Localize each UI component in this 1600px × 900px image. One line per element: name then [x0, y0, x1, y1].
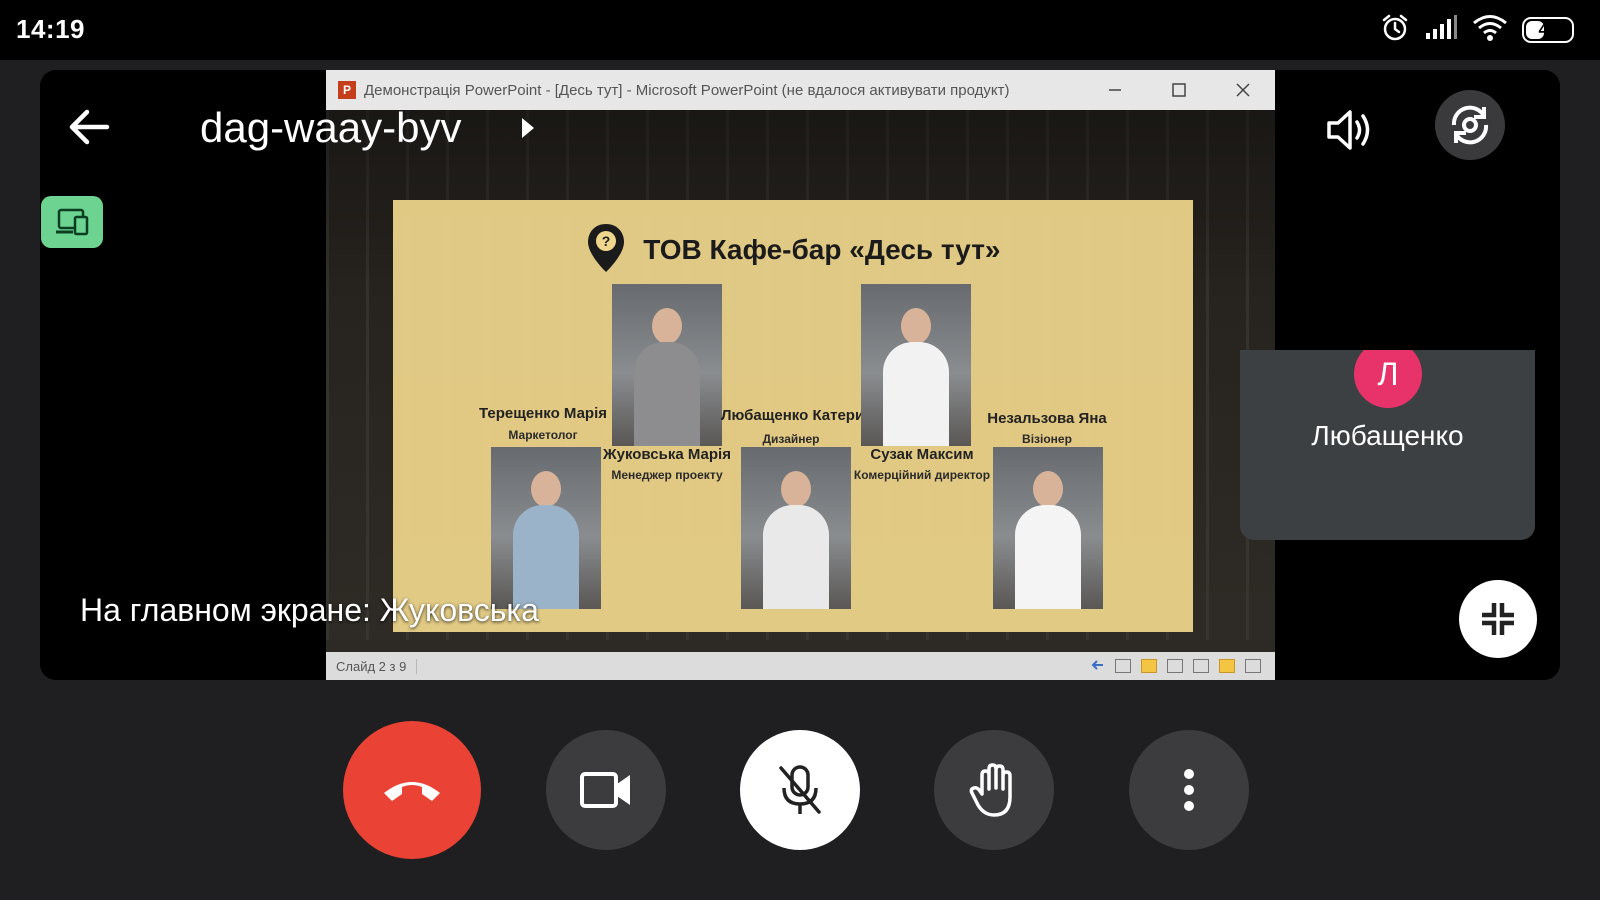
- alarm-icon: [1380, 13, 1410, 48]
- slideshow-view-icon: [1245, 659, 1261, 673]
- person-name: Незальзова Яна: [987, 410, 1107, 427]
- raise-hand-icon: [969, 763, 1012, 817]
- main-screen-label: На главном экране: Жуковська: [80, 592, 539, 628]
- person-role: Комерційний директор: [853, 468, 991, 482]
- wifi-icon: [1472, 14, 1508, 47]
- person-name: Терещенко Марія: [478, 405, 608, 422]
- raise-hand-button[interactable]: [934, 730, 1054, 850]
- person-role: Візіонер: [1022, 432, 1072, 446]
- normal-view-icon: [1167, 659, 1183, 673]
- mic-off-icon: [779, 765, 821, 814]
- powerpoint-logo: P: [338, 81, 356, 99]
- end-call-button[interactable]: [343, 721, 481, 859]
- presentation-slide: ? ТОВ Кафе-бар «Десь тут» Терещенко Марі…: [393, 200, 1193, 632]
- volume-icon: [1327, 110, 1370, 150]
- shared-screen-window: P Демонстрація PowerPoint - [Десь тут] -…: [326, 70, 1275, 680]
- person-name: Сузак Максим: [870, 446, 974, 463]
- camera-toggle-button[interactable]: [546, 730, 666, 850]
- speaker-button[interactable]: [1322, 102, 1378, 158]
- person-name: Жуковська Марія: [603, 446, 731, 463]
- status-time: 14:19: [16, 14, 85, 44]
- battery-indicator: 46: [1522, 17, 1574, 43]
- phone-hangup-icon: [384, 782, 440, 801]
- back-button[interactable]: [64, 102, 114, 152]
- cellular-signal-icon: [1424, 14, 1458, 46]
- main-stage: P Демонстрація PowerPoint - [Десь тут] -…: [40, 70, 1560, 680]
- call-controls: [0, 700, 1600, 900]
- slide-background: ? ТОВ Кафе-бар «Десь тут» Терещенко Марі…: [326, 110, 1275, 640]
- reading-view-icon: [1219, 659, 1235, 673]
- team-photo: [491, 447, 601, 609]
- mic-toggle-button[interactable]: [740, 730, 860, 850]
- participant-name: Любащенко: [1311, 420, 1464, 451]
- person-role: Дизайнер: [762, 432, 820, 446]
- chevron-right-icon[interactable]: [520, 116, 536, 145]
- status-icons: 46: [1380, 14, 1574, 46]
- window-titlebar: P Демонстрація PowerPoint - [Десь тут] -…: [326, 70, 1275, 110]
- status-bar: 14:19 46: [0, 0, 1600, 60]
- more-vert-icon: [1184, 769, 1194, 811]
- switch-camera-button[interactable]: [1435, 90, 1505, 160]
- slide-sorter-icon: [1193, 659, 1209, 673]
- collapse-button[interactable]: [1459, 580, 1537, 658]
- arrow-left-icon: [69, 109, 110, 145]
- battery-percent: 46: [1538, 20, 1558, 39]
- person-role: Маркетолог: [508, 428, 578, 442]
- present-screen-icon: [56, 208, 89, 236]
- rotate-camera-icon: [1451, 105, 1489, 145]
- maximize-icon: [1147, 70, 1211, 110]
- notes-view-icon: [1115, 659, 1131, 673]
- close-icon: [1211, 70, 1275, 110]
- present-screen-button[interactable]: [41, 196, 103, 248]
- avatar: Л: [1354, 350, 1422, 408]
- participant-tile[interactable]: Л Любащенко: [1240, 350, 1535, 540]
- person-name: Любащенко Катерина: [721, 407, 882, 424]
- video-camera-icon: [580, 772, 630, 808]
- svg-text:?: ?: [601, 233, 610, 249]
- slide-title-text: ТОВ Кафе-бар «Десь тут»: [643, 233, 1001, 265]
- location-pin-icon: ?: [586, 222, 626, 281]
- team-photo: [612, 284, 722, 446]
- team-photo: [741, 447, 851, 609]
- meeting-code[interactable]: dag-waay-byv: [200, 104, 461, 152]
- team-photo: [861, 284, 971, 446]
- powerpoint-statusbar: Слайд 2 з 9: [326, 652, 1275, 680]
- window-title: Демонстрація PowerPoint - [Десь тут] - M…: [364, 81, 1010, 99]
- previous-slide-icon: [1091, 659, 1105, 674]
- person-role: Менеджер проекту: [611, 468, 723, 482]
- next-slide-icon: [1141, 659, 1157, 673]
- collapse-icon: [1482, 603, 1514, 635]
- slide-counter: Слайд 2 з 9: [326, 658, 418, 674]
- slide-title: ? ТОВ Кафе-бар «Десь тут»: [393, 222, 1193, 281]
- team-photo: [993, 447, 1103, 609]
- view-buttons: [1091, 659, 1275, 674]
- minimize-icon: [1083, 70, 1147, 110]
- more-options-button[interactable]: [1129, 730, 1249, 850]
